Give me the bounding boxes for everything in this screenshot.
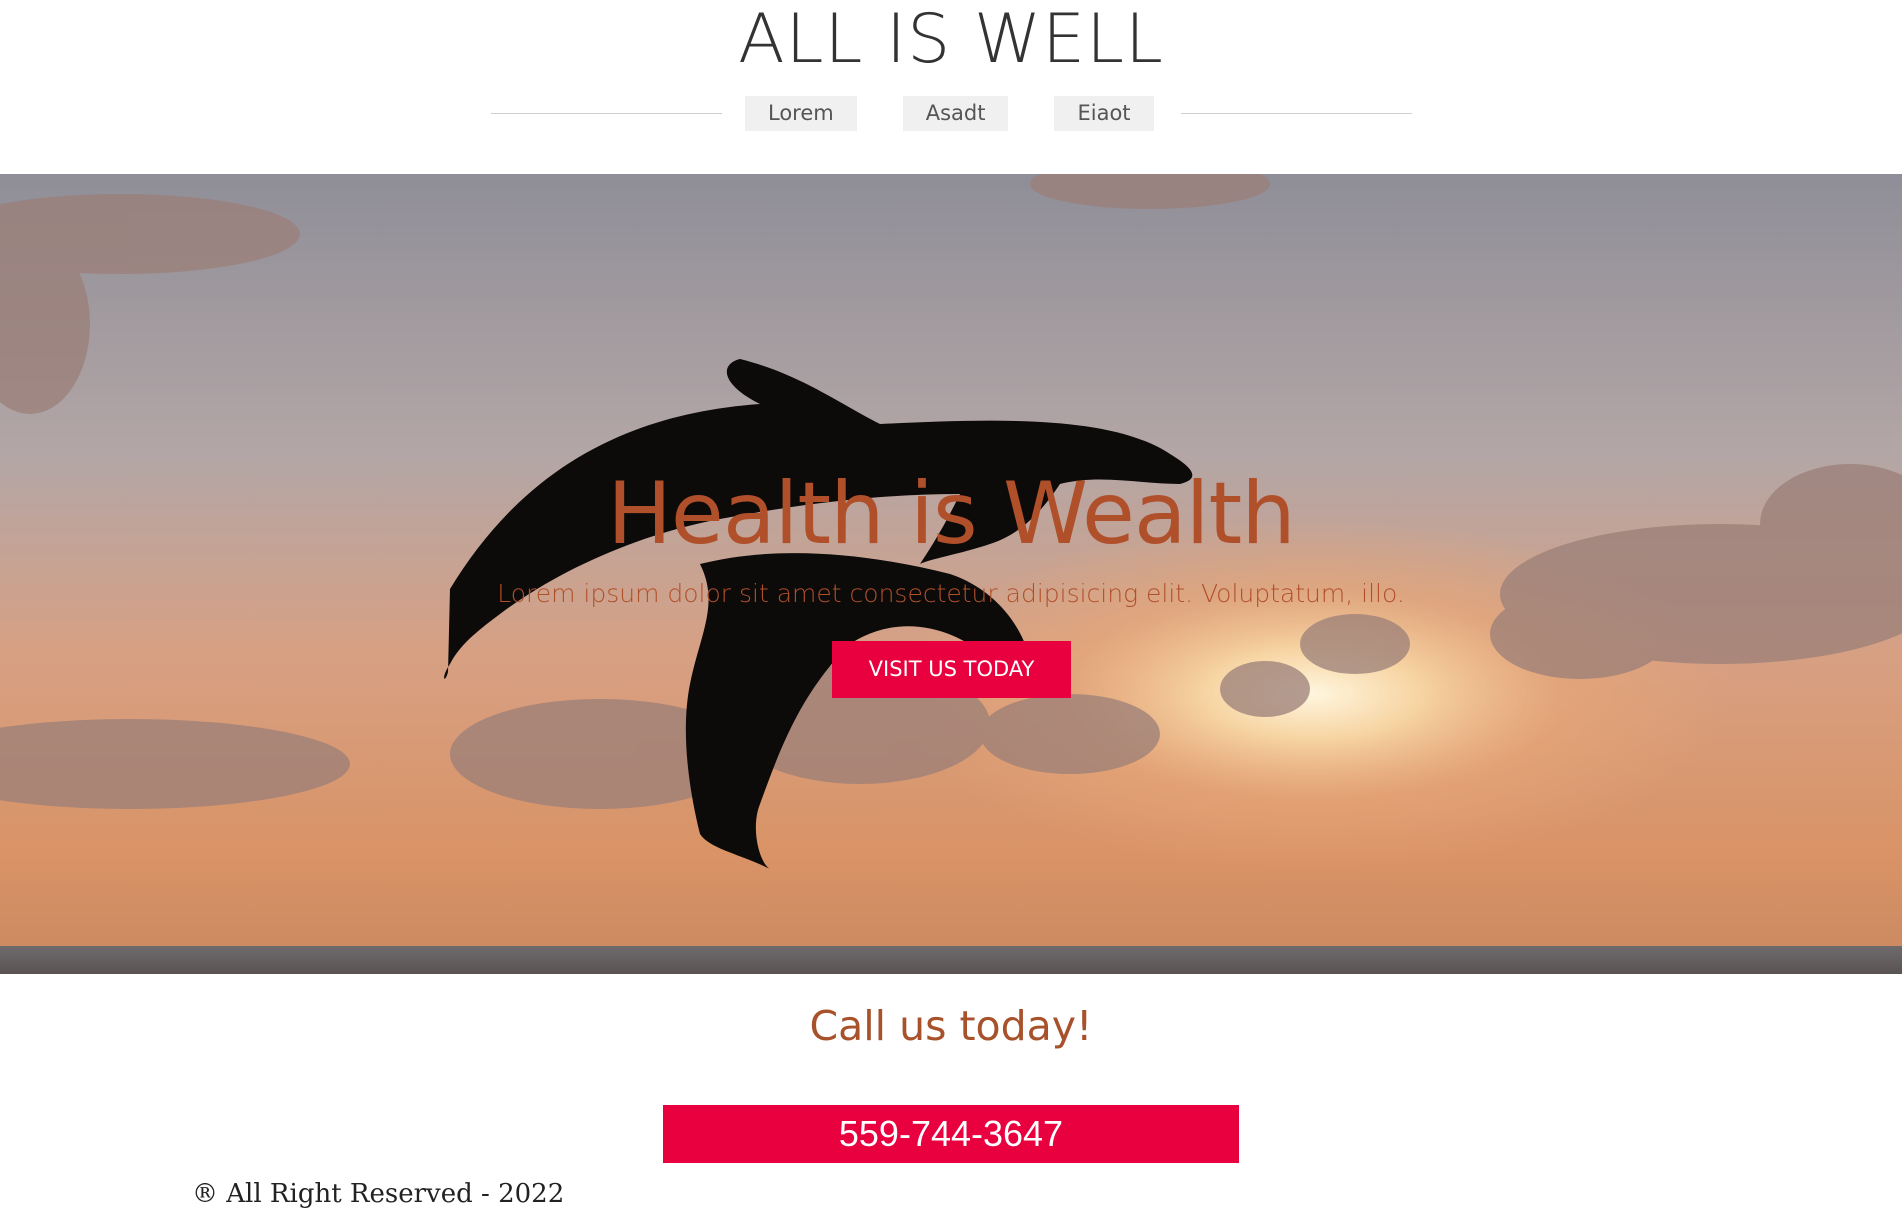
hero-title: Health is Wealth	[607, 464, 1296, 564]
nav-item-lorem[interactable]: Lorem	[745, 96, 857, 131]
site-header: ALL IS WELL Lorem Asadt Eiaot	[0, 0, 1902, 174]
visit-us-button[interactable]: VISIT US TODAY	[832, 641, 1071, 698]
footer-copyright: ® All Right Reserved - 2022	[192, 1179, 565, 1209]
call-us-heading: Call us today!	[809, 1002, 1093, 1050]
nav-divider-right	[1181, 113, 1412, 114]
main-nav: Lorem Asadt Eiaot	[745, 96, 1154, 131]
site-title: ALL IS WELL	[738, 0, 1164, 79]
nav-divider-left	[491, 113, 722, 114]
hero-subtitle: Lorem ipsum dolor sit amet consectetur a…	[497, 579, 1405, 608]
hero-background-image	[0, 174, 1902, 974]
nav-item-eiaot[interactable]: Eiaot	[1054, 96, 1154, 131]
hero-section: Health is Wealth Lorem ipsum dolor sit a…	[0, 174, 1902, 974]
phone-button[interactable]: 559-744-3647	[663, 1105, 1239, 1163]
nav-item-asadt[interactable]: Asadt	[902, 96, 1009, 131]
